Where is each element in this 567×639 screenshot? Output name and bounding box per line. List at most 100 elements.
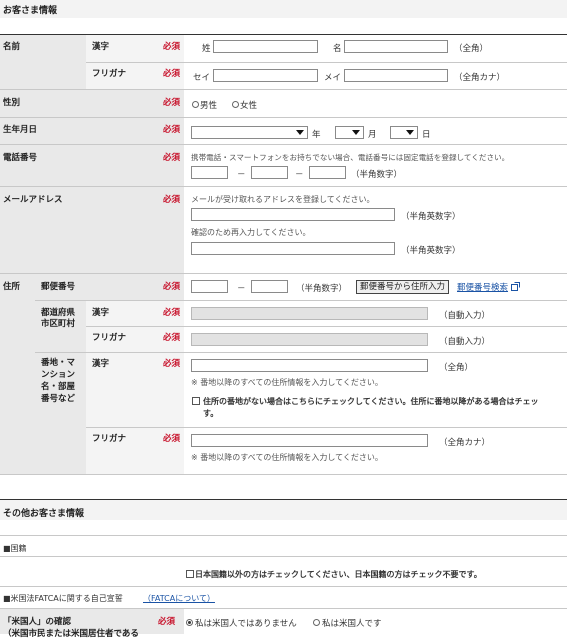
not-us-person-radio[interactable] [186,619,193,626]
phone-input-2[interactable] [251,166,288,179]
street-label-3: 名・部屋 [41,382,76,392]
phone-input-3[interactable] [309,166,346,179]
fatca-link[interactable]: （FATCAについて） [143,593,215,604]
zip-input-1[interactable] [191,280,228,293]
pref-label-2: 市区町村 [41,319,76,329]
chevron-down-icon [352,130,360,135]
chevron-down-icon [406,130,414,135]
other-info-header-band [0,500,567,520]
kanji-hint: （全角） [454,44,489,54]
no-number-label-2: す。 [203,409,219,418]
foreign-nationality-checkbox[interactable] [186,570,194,578]
required-badge: 必須 [163,333,181,343]
year-label: 年 [312,130,321,140]
street-kana-label: フリガナ [92,434,127,444]
kanji-hint: （全角） [439,363,474,373]
required-badge: 必須 [163,98,181,108]
sei-input[interactable] [213,40,318,53]
street-kana-note: ※ 番地以降のすべての住所情報を入力してください。 [191,453,383,462]
birth-day-select[interactable] [390,126,418,139]
zip-hint: （半角数字） [296,284,348,294]
required-badge: 必須 [163,195,181,205]
required-badge: 必須 [163,42,181,52]
gender-label: 性別 [3,98,21,108]
address-label-cell [0,274,35,474]
gender-male-label[interactable]: 男性 [200,99,217,111]
other-info-title: その他お客さま情報 [3,509,85,519]
street-label-4: 番号など [41,394,76,404]
address-label: 住所 [3,282,21,292]
mei-kana-input[interactable] [344,69,448,82]
dash: － [295,170,304,180]
email-label: メールアドレス [3,195,63,205]
kana-hint: （全角カナ） [439,438,491,448]
street-kanji-label: 漢字 [92,359,110,369]
required-badge: 必須 [163,359,181,369]
fatca-question-2: （米国市民または米国居住者である [3,629,139,639]
divider [0,586,567,587]
divider [86,326,567,327]
street-label-2: ンション [41,370,76,380]
phone-note: 携帯電話・スマートフォンをお持ちでない場合、電話番号には固定電話を登録してくださ… [191,153,510,162]
zip-to-address-button[interactable]: 郵便番号から住所入力 [356,280,450,294]
foreign-nationality-label[interactable]: 日本国籍以外の方はチェックしてください、日本国籍の方はチェック不要です。 [195,569,482,580]
us-person-label[interactable]: 私は米国人です [322,617,382,629]
required-badge: 必須 [163,434,181,444]
customer-info-header-band [0,0,567,18]
divider [0,535,567,536]
day-label: 日 [422,130,431,140]
external-link-icon[interactable] [511,282,520,291]
us-person-radio[interactable] [313,619,320,626]
gender-male-radio[interactable] [192,101,199,108]
divider [86,427,567,428]
gender-female-label[interactable]: 女性 [240,99,257,111]
kanji-label: 漢字 [92,42,110,52]
street-kanji-input[interactable] [191,359,428,372]
name-label: 名前 [3,42,21,52]
divider [86,62,567,63]
email-confirm-hint: （半角英数字） [401,246,461,256]
street-label-1: 番地・マ [41,358,76,368]
phone-hint: （半角数字） [351,170,403,180]
email-input[interactable] [191,208,395,221]
email-confirm-input[interactable] [191,242,395,255]
fatca-header: ■米国法FATCAに関する自己宣誓 [3,594,123,603]
sei-kana-label: セイ [193,73,211,83]
birth-label: 生年月日 [3,125,38,135]
required-badge: 必須 [163,282,181,292]
dash: － [237,284,246,294]
customer-info-title: お客さま情報 [3,6,58,16]
zip-input-2[interactable] [251,280,288,293]
required-badge: 必須 [163,69,181,79]
street-kana-input[interactable] [191,434,428,447]
auto-hint: （自動入力） [439,337,491,347]
pref-kanji-label: 漢字 [92,308,110,318]
no-number-label[interactable]: 住所の番地がない場合はこちらにチェックしてください。住所に番地以降がある場合はチ… [203,396,539,407]
fatca-question: 「米国人」の確認 [3,617,72,627]
chevron-down-icon [296,130,304,135]
phone-label: 電話番号 [3,153,38,163]
zip-search-link[interactable]: 郵便番号検索 [457,281,508,293]
birth-month-select[interactable] [335,126,364,139]
street-sub-cell [86,353,184,474]
not-us-person-label[interactable]: 私は米国人ではありません [195,617,297,629]
sei-label: 姓 [202,44,211,54]
phone-input-1[interactable] [191,166,228,179]
email-confirm-note: 確認のため再入力してください。 [191,228,311,237]
pref-kana-label: フリガナ [92,333,127,343]
pref-kana-input [191,333,428,346]
month-label: 月 [368,130,377,140]
mei-input[interactable] [344,40,448,53]
sei-kana-input[interactable] [213,69,318,82]
email-hint: （半角英数字） [401,212,461,222]
kana-hint: （全角カナ） [454,73,506,83]
mei-kana-label: メイ [324,73,342,83]
birth-year-select[interactable] [191,126,308,139]
auto-hint: （自動入力） [439,311,491,321]
mei-label: 名 [333,44,342,54]
required-badge: 必須 [163,125,181,135]
no-number-checkbox[interactable] [192,397,200,405]
street-note: ※ 番地以降のすべての住所情報を入力してください。 [191,378,383,387]
required-badge: 必須 [163,308,181,318]
gender-female-radio[interactable] [232,101,239,108]
